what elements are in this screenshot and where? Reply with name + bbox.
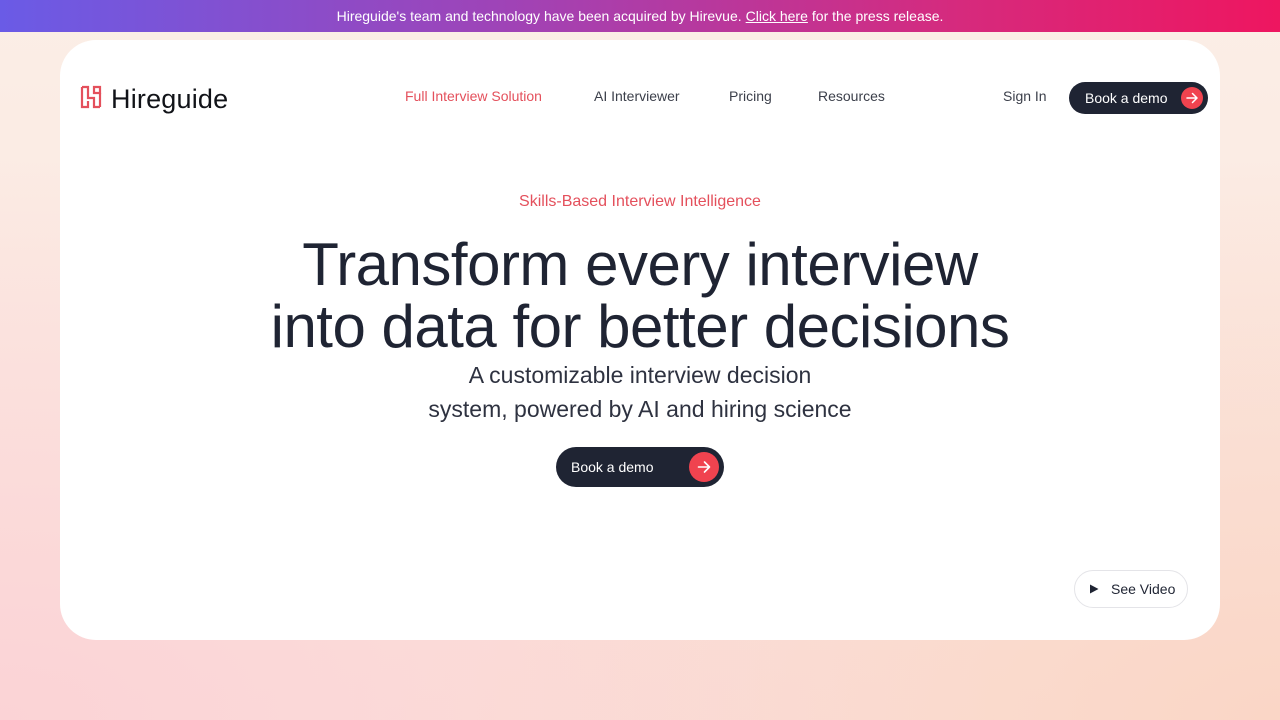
nav-item-pricing[interactable]: Pricing: [729, 88, 772, 104]
banner-text-end: for the press release.: [811, 8, 944, 24]
nav-item-full-interview-solution[interactable]: Full Interview Solution: [405, 88, 542, 104]
press-release-link[interactable]: Click here: [746, 8, 808, 24]
see-video-button[interactable]: See Video: [1074, 570, 1188, 608]
play-icon: [1089, 581, 1099, 597]
headline-line-2: into data for better decisions: [270, 293, 1010, 360]
subhead-line-1: A customizable interview decision: [468, 362, 812, 388]
hero-headline: Transform every interview into data for …: [60, 234, 1220, 358]
book-demo-label: Book a demo: [1085, 90, 1168, 106]
arrow-right-icon: [689, 452, 719, 482]
headline-line-1: Transform every interview: [302, 231, 978, 298]
hero-subhead: A customizable interview decision system…: [60, 358, 1220, 426]
hero-eyebrow: Skills-Based Interview Intelligence: [519, 193, 761, 210]
nav-item-resources[interactable]: Resources: [818, 88, 885, 104]
book-demo-button-hero[interactable]: Book a demo: [556, 447, 724, 487]
hero-card: Hireguide Full Interview Solution AI Int…: [60, 40, 1220, 640]
nav-item-ai-interviewer[interactable]: AI Interviewer: [594, 88, 680, 104]
arrow-right-icon: [1181, 87, 1203, 109]
banner-text: Hireguide's team and technology have bee…: [336, 8, 742, 24]
book-demo-button-header[interactable]: Book a demo: [1069, 82, 1208, 114]
announcement-banner: Hireguide's team and technology have bee…: [0, 0, 1280, 32]
book-demo-cta-label: Book a demo: [571, 459, 654, 475]
subhead-line-2: system, powered by AI and hiring science: [428, 396, 852, 422]
sign-in-link[interactable]: Sign In: [1003, 88, 1047, 104]
see-video-label: See Video: [1111, 581, 1176, 597]
